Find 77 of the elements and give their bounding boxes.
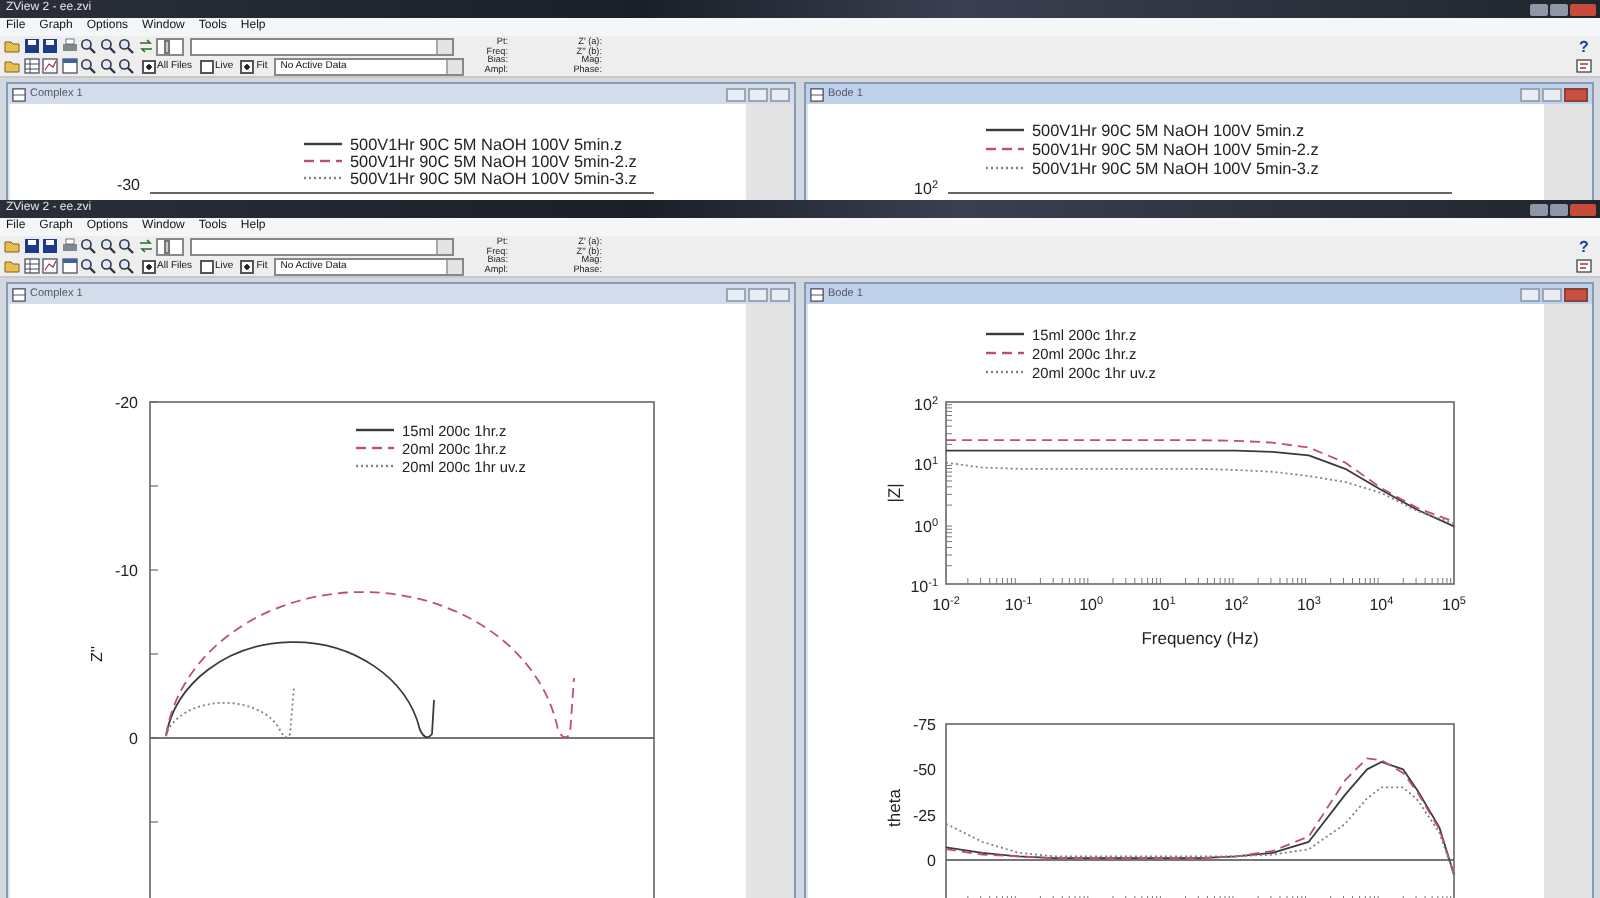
magnifier-icon[interactable] <box>99 38 115 54</box>
checkbox[interactable] <box>199 59 214 73</box>
tick-label: 10$^{-1}$ <box>910 578 938 596</box>
legend-label: 500V1Hr 90C 5M NaOH 100V 5min.z <box>350 135 623 154</box>
checkbox[interactable] <box>240 259 255 273</box>
axis-label: theta <box>884 789 904 827</box>
magnifier-icon[interactable] <box>99 238 115 254</box>
checkbox[interactable] <box>141 59 155 73</box>
maximize-button[interactable] <box>1550 203 1568 215</box>
checkbox[interactable] <box>240 59 255 73</box>
magnifier-icon[interactable] <box>118 38 134 54</box>
close-button[interactable] <box>1564 287 1588 301</box>
tick-label: 10$^{0}$ <box>914 517 938 536</box>
close-button[interactable] <box>1564 87 1588 101</box>
tick-label: 0 <box>129 730 138 748</box>
tick-label: -10 <box>114 562 138 580</box>
tick-label: 10$^{-2}$ <box>932 596 960 614</box>
table-icon[interactable] <box>23 58 39 74</box>
close-button[interactable] <box>1570 203 1596 215</box>
chart-icon[interactable] <box>42 258 58 274</box>
tick-label: 10$^{2}$ <box>1224 596 1249 614</box>
axis-label: Z'' <box>88 646 106 662</box>
point-slider[interactable] <box>156 37 184 55</box>
tick-label: -25 <box>912 806 936 825</box>
magnifier-icon[interactable] <box>80 38 96 54</box>
tick-label: 10$^{3}$ <box>1296 596 1321 614</box>
tick-label: 0 <box>927 852 936 871</box>
legend-label: 500V1Hr 90C 5M NaOH 100V 5min-3.z <box>350 169 637 188</box>
window-icon[interactable] <box>61 58 77 74</box>
minimize-button[interactable] <box>1530 203 1548 215</box>
legend-label: 500V1Hr 90C 5M NaOH 100V 5min-2.z <box>350 152 637 171</box>
chart-icon[interactable] <box>42 58 58 74</box>
tick-label: -30 <box>116 176 140 194</box>
legend-label: 500V1Hr 90C 5M NaOH 100V 5min-3.z <box>1032 159 1319 178</box>
tick-label: 10$^{5}$ <box>1442 596 1466 614</box>
magnifier-icon[interactable] <box>80 238 96 254</box>
magnifier-icon[interactable] <box>99 58 115 74</box>
tick-label: 10$^{-1}$ <box>1004 596 1033 614</box>
help-button[interactable]: ? <box>1579 38 1589 56</box>
slider-thumb[interactable] <box>163 39 170 53</box>
magnifier-icon[interactable] <box>118 58 134 74</box>
tick-label: -20 <box>114 394 138 412</box>
tick-label: 10$^{4}$ <box>1369 596 1394 614</box>
pane-margin <box>1544 104 1590 200</box>
tick-label: 10$^{1}$ <box>1151 596 1176 614</box>
minimize-button[interactable] <box>1530 3 1548 15</box>
tick-label: 10$^{1}$ <box>914 456 938 475</box>
axis-label: |Z| <box>884 483 904 503</box>
magnifier-icon[interactable] <box>80 58 96 74</box>
window-icon[interactable] <box>61 258 77 274</box>
close-button[interactable] <box>1570 3 1596 15</box>
tool-icon[interactable] <box>1576 258 1592 274</box>
arrows-icon[interactable] <box>137 38 153 54</box>
pane-margin <box>746 104 792 200</box>
point-slider[interactable] <box>156 237 184 255</box>
tick-label: -50 <box>912 761 936 780</box>
legend-label: 500V1Hr 90C 5M NaOH 100V 5min.z <box>1032 121 1305 140</box>
checkbox[interactable] <box>141 259 155 273</box>
arrows-icon[interactable] <box>137 238 153 254</box>
magnifier-icon[interactable] <box>99 258 115 274</box>
legend-label: 500V1Hr 90C 5M NaOH 100V 5min-2.z <box>1032 140 1319 159</box>
tick-label: 10$^{2}$ <box>914 180 938 196</box>
tool-icon[interactable] <box>1576 58 1592 74</box>
maximize-button[interactable] <box>1550 3 1568 15</box>
help-button[interactable]: ? <box>1579 238 1589 256</box>
printer-icon[interactable] <box>61 238 77 254</box>
slider-thumb[interactable] <box>163 239 170 253</box>
tick-label: -75 <box>912 716 936 734</box>
magnifier-icon[interactable] <box>118 258 134 274</box>
table-icon[interactable] <box>23 258 39 274</box>
axis-label: Frequency (Hz) <box>1141 628 1259 648</box>
tick-label: 10$^{2}$ <box>914 396 938 414</box>
tick-label: 10$^{0}$ <box>1079 596 1104 614</box>
checkbox[interactable] <box>199 259 214 273</box>
printer-icon[interactable] <box>61 38 77 54</box>
magnifier-icon[interactable] <box>118 238 134 254</box>
magnifier-icon[interactable] <box>80 258 96 274</box>
